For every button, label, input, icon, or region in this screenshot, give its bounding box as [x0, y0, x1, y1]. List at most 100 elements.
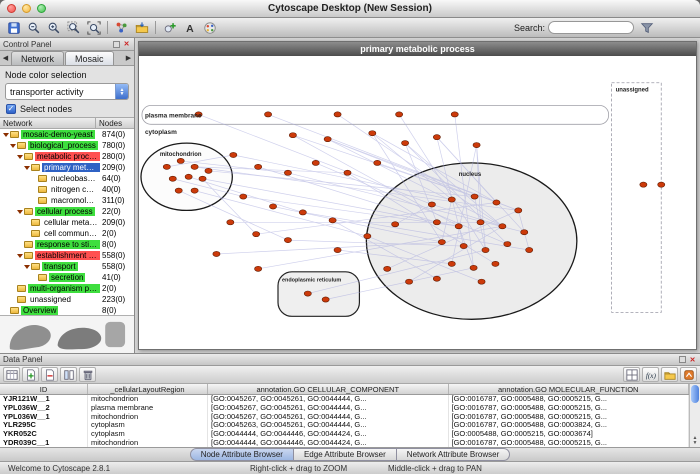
tree-row[interactable]: response to stimu...8(0)	[0, 239, 134, 250]
close-panel-icon[interactable]: ✕	[688, 355, 697, 364]
network-node[interactable]	[369, 131, 376, 136]
network-node[interactable]	[177, 158, 184, 163]
tab-network-attribute-browser[interactable]: Network Attribute Browser	[397, 448, 510, 461]
vizmapper-icon[interactable]	[200, 19, 219, 36]
network-node[interactable]	[255, 266, 262, 271]
tree-row[interactable]: cellular process22(0)	[0, 206, 134, 217]
table-row[interactable]: YPL036W__2plasma membrane[GO:0045267, GO…	[0, 404, 689, 413]
tree-row[interactable]: metabolic process280(0)	[0, 151, 134, 162]
save-icon[interactable]	[4, 19, 23, 36]
network-node[interactable]	[185, 174, 192, 179]
network-node[interactable]	[433, 276, 440, 281]
minimize-window-icon[interactable]	[22, 4, 31, 13]
network-node[interactable]	[433, 135, 440, 140]
network-node[interactable]	[230, 152, 237, 157]
annotation-icon[interactable]: A	[180, 19, 199, 36]
network-edge[interactable]	[195, 191, 368, 237]
network-node[interactable]	[392, 222, 399, 227]
network-node[interactable]	[471, 194, 478, 199]
search-options-icon[interactable]	[637, 19, 656, 36]
new-node-icon[interactable]	[160, 19, 179, 36]
network-node[interactable]	[312, 160, 319, 165]
network-node[interactable]	[438, 240, 445, 245]
expander-icon[interactable]	[16, 210, 23, 214]
network-view-title[interactable]: primary metabolic process	[139, 42, 696, 56]
tabs-scroll-right-icon[interactable]: ▶	[123, 51, 134, 65]
select-attributes-icon[interactable]	[3, 367, 20, 382]
network-node[interactable]	[344, 170, 351, 175]
batch-attribute-icon[interactable]	[60, 367, 77, 382]
float-panel-icon[interactable]	[113, 41, 120, 48]
network-node[interactable]	[191, 188, 198, 193]
network-node[interactable]	[227, 220, 234, 225]
network-node[interactable]	[504, 242, 511, 247]
network-node[interactable]	[448, 261, 455, 266]
network-node[interactable]	[460, 243, 467, 248]
network-node[interactable]	[482, 247, 489, 252]
network-node[interactable]	[405, 279, 412, 284]
network-overview-thumbnail[interactable]	[0, 315, 134, 353]
network-node[interactable]	[269, 204, 276, 209]
tree-row[interactable]: biological_process780(0)	[0, 140, 134, 151]
network-node[interactable]	[322, 297, 329, 302]
tab-edge-attribute-browser[interactable]: Edge Attribute Browser	[294, 448, 397, 461]
network-node[interactable]	[477, 220, 484, 225]
expander-icon[interactable]	[9, 144, 16, 148]
tree-row[interactable]: nitrogen compo...40(0)	[0, 184, 134, 195]
network-node[interactable]	[374, 160, 381, 165]
column-header[interactable]: _cellularLayoutRegion	[88, 384, 208, 394]
network-node[interactable]	[334, 247, 341, 252]
network-node[interactable]	[163, 164, 170, 169]
network-node[interactable]	[264, 112, 271, 117]
network-node[interactable]	[515, 208, 522, 213]
search-input[interactable]	[548, 21, 634, 34]
expander-icon[interactable]	[23, 265, 30, 269]
table-vertical-scrollbar[interactable]: ▲▼	[689, 384, 700, 447]
node-color-dropdown[interactable]: transporter activity ▲▼	[5, 83, 129, 100]
expander-icon[interactable]	[23, 166, 30, 170]
network-canvas[interactable]: plasma membrane cytoplasm mitochondrion …	[139, 56, 696, 349]
table-row[interactable]: YKR052Ccytoplasm[GO:0044444, GO:0044446,…	[0, 430, 689, 439]
close-panel-icon[interactable]: ✕	[122, 40, 131, 49]
zoom-selected-icon[interactable]	[64, 19, 83, 36]
create-attribute-icon[interactable]	[22, 367, 39, 382]
tab-mosaic[interactable]: Mosaic	[65, 51, 114, 65]
network-node[interactable]	[329, 218, 336, 223]
tabs-scroll-left-icon[interactable]: ◀	[0, 51, 11, 65]
tree-row[interactable]: macromolecule...311(0)	[0, 195, 134, 206]
network-node[interactable]	[213, 251, 220, 256]
table-row[interactable]: YLR295Ccytoplasm[GO:0045263, GO:0045261,…	[0, 421, 689, 430]
zoom-window-icon[interactable]	[37, 4, 46, 13]
checkbox-checked-icon[interactable]: ✓	[6, 104, 16, 114]
network-node[interactable]	[499, 224, 506, 229]
network-node[interactable]	[289, 133, 296, 138]
tree-row[interactable]: cell communicat...2(0)	[0, 228, 134, 239]
network-node[interactable]	[284, 170, 291, 175]
tree-row[interactable]: unassigned223(0)	[0, 294, 134, 305]
zoom-in-icon[interactable]	[44, 19, 63, 36]
network-node[interactable]	[255, 164, 262, 169]
network-node[interactable]	[169, 176, 176, 181]
table-row[interactable]: YJR121W__1mitochondrion[GO:0045267, GO:0…	[0, 395, 689, 404]
network-node[interactable]	[428, 202, 435, 207]
network-node[interactable]	[492, 261, 499, 266]
expander-icon[interactable]	[2, 133, 9, 137]
column-header[interactable]: ID	[0, 384, 88, 394]
network-node[interactable]	[526, 247, 533, 252]
trash-icon[interactable]	[79, 367, 96, 382]
delete-attribute-icon[interactable]	[41, 367, 58, 382]
network-node[interactable]	[640, 182, 647, 187]
expander-icon[interactable]	[16, 254, 23, 258]
close-window-icon[interactable]	[7, 4, 16, 13]
network-node[interactable]	[433, 220, 440, 225]
tree-row[interactable]: secretion41(0)	[0, 272, 134, 283]
network-node[interactable]	[521, 230, 528, 235]
network-node[interactable]	[455, 224, 462, 229]
scrollbar-arrows-icon[interactable]: ▲▼	[693, 436, 698, 447]
network-node[interactable]	[191, 164, 198, 169]
tab-node-attribute-browser[interactable]: Node Attribute Browser	[190, 448, 294, 461]
network-node[interactable]	[384, 266, 391, 271]
expander-icon[interactable]	[16, 155, 23, 159]
network-node[interactable]	[304, 291, 311, 296]
network-node[interactable]	[448, 197, 455, 202]
